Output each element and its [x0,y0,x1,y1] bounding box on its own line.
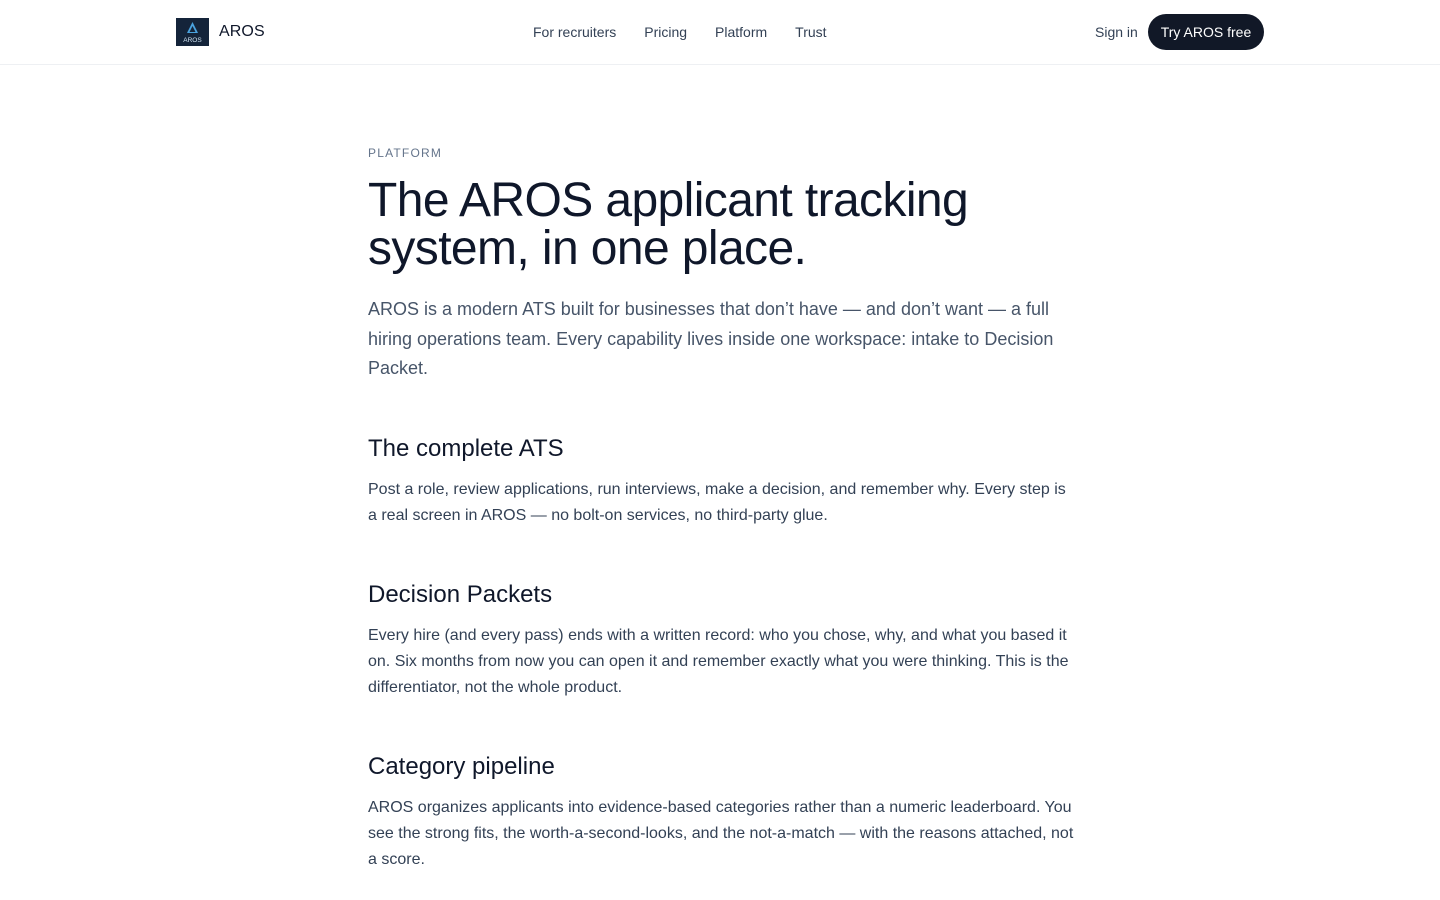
page-title: The AROS applicant tracking system, in o… [368,174,969,275]
page-eyebrow: PLATFORM [368,146,443,160]
nav-link-for-recruiters[interactable]: For recruiters [533,22,616,42]
section-title: The complete ATS [368,434,564,462]
sign-in-link[interactable]: Sign in [1095,22,1138,42]
section-category-pipeline: Category pipeline AROS organizes applica… [368,753,1074,873]
nav-link-pricing[interactable]: Pricing [644,22,687,42]
aros-logo-icon: AROS [176,18,209,46]
section-complete-ats: The complete ATS Post a role, review app… [368,435,1074,529]
section-decision-packets: Decision Packets Every hire (and every p… [368,581,1074,701]
try-aros-free-button[interactable]: Try AROS free [1148,14,1264,50]
primary-nav: For recruiters Pricing Platform Trust [533,22,827,42]
top-navigation: AROS AROS For recruiters Pricing Platfor… [0,0,1440,65]
section-title: Category pipeline [368,752,555,780]
brand-home-link[interactable]: AROS AROS [176,18,265,46]
section-body: AROS organizes applicants into evidence-… [368,798,1074,868]
section-title: Decision Packets [368,580,553,608]
page-lede: AROS is a modern ATS built for businesse… [368,299,1054,378]
section-body: Post a role, review applications, run in… [368,480,1066,524]
logo-wordmark: AROS [183,37,202,44]
brand-name: AROS [219,23,265,40]
nav-link-trust[interactable]: Trust [795,22,826,42]
nav-link-platform[interactable]: Platform [715,22,767,42]
main-content: PLATFORM The AROS applicant tracking sys… [368,146,1074,873]
section-body: Every hire (and every pass) ends with a … [368,626,1069,696]
